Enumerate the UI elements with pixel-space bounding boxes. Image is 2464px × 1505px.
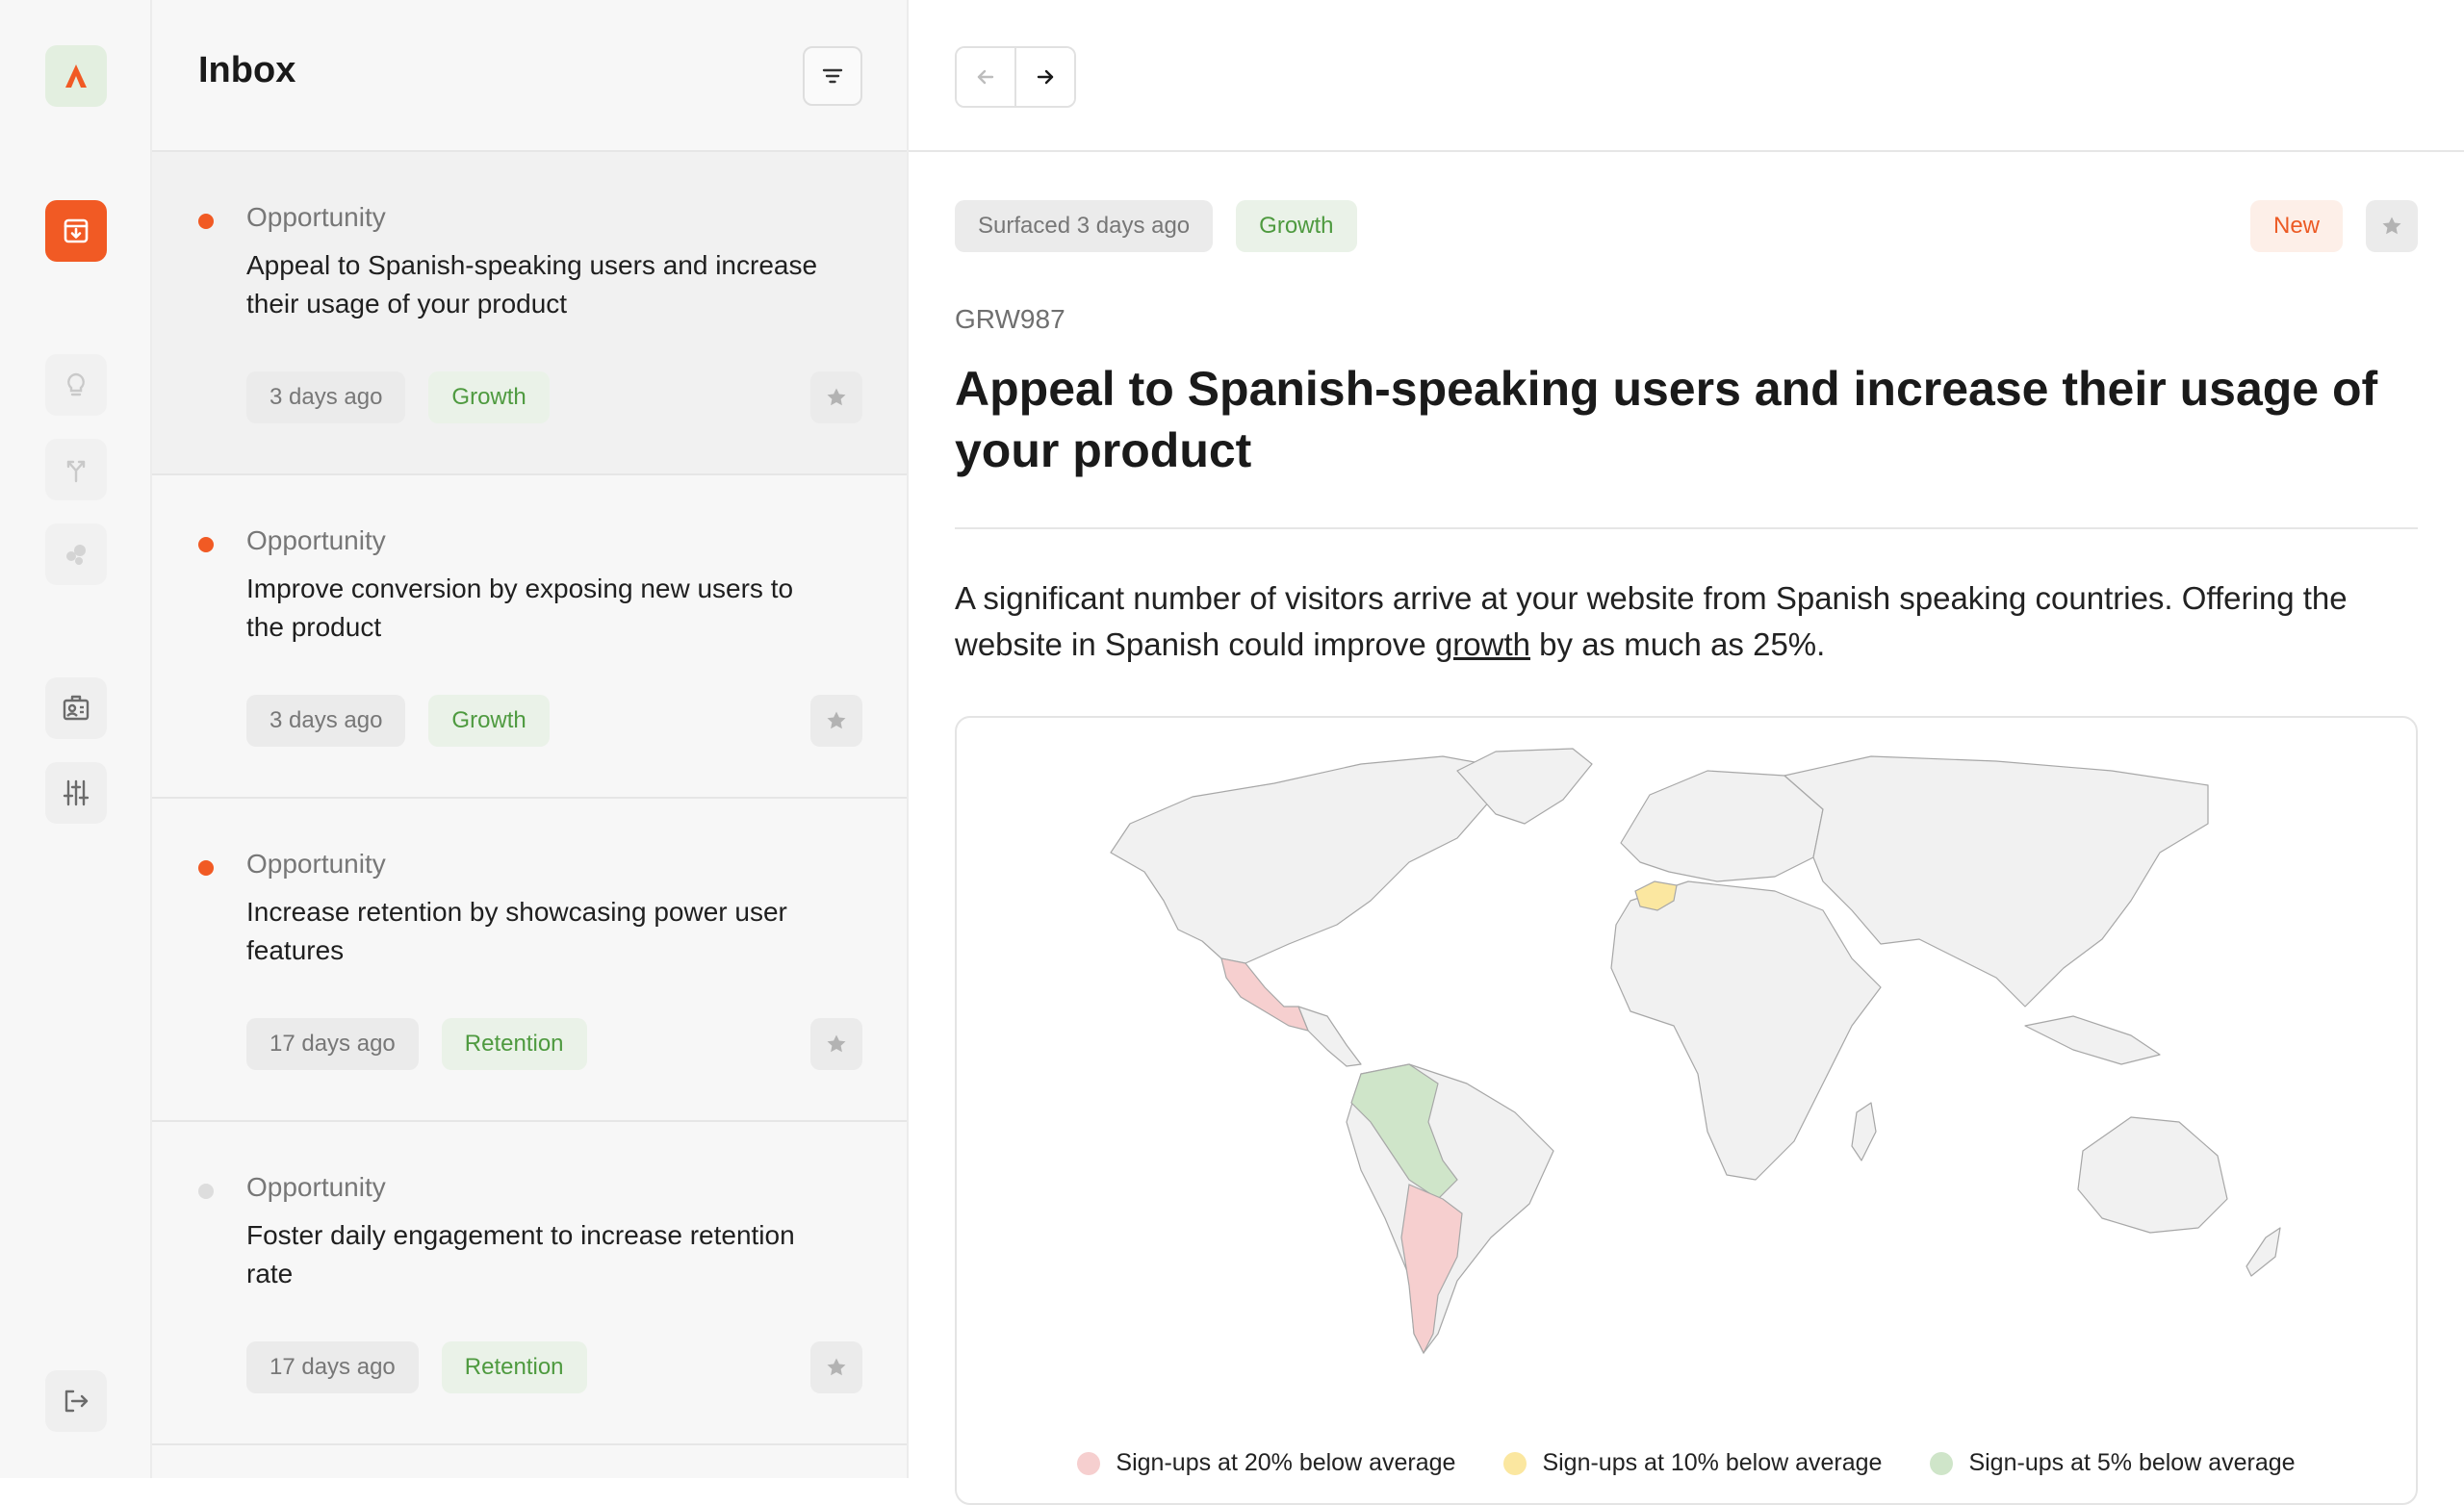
europe-shape [1620, 770, 1824, 882]
opportunity-title: Appeal to Spanish-speaking users and inc… [955, 362, 2378, 477]
mexico-shape [1220, 957, 1309, 1032]
rail-merge-button[interactable] [45, 439, 107, 500]
app-rail [0, 0, 152, 1478]
new-zealand-shape [2246, 1227, 2281, 1277]
star-button[interactable] [2366, 200, 2418, 252]
item-type: Opportunity [246, 525, 386, 555]
status-badge: New [2249, 200, 2343, 252]
detail-panel: Surfaced 3 days ago Growth New GRW987 Ap… [909, 0, 2464, 1505]
opportunity-code: GRW987 [955, 304, 1065, 334]
divider [955, 527, 2418, 529]
category-chip: Growth [1236, 200, 1357, 252]
rail-segments-button[interactable] [45, 523, 107, 585]
filter-button[interactable] [803, 46, 862, 106]
star-icon [827, 388, 846, 406]
map-legend: Sign-ups at 20% below average Sign-ups a… [957, 1449, 2416, 1477]
item-tag-chip: Growth [428, 371, 550, 423]
opportunity-description: A significant number of visitors arrive … [955, 575, 2418, 668]
central-america-shape [1297, 1006, 1362, 1067]
description-text-end: by as much as 25%. [1530, 626, 1826, 662]
map-card: Sign-ups at 20% below average Sign-ups a… [955, 716, 2418, 1505]
unread-dot [198, 214, 214, 229]
item-type: Opportunity [246, 849, 386, 879]
star-button[interactable] [810, 1018, 862, 1070]
legend-item: Sign-ups at 10% below average [1503, 1449, 1882, 1477]
inbox-download-icon [64, 218, 89, 243]
rail-inbox-button[interactable] [45, 200, 107, 262]
next-button[interactable] [1014, 48, 1074, 106]
legend-swatch [1077, 1451, 1101, 1475]
legend-label: Sign-ups at 10% below average [1542, 1449, 1883, 1476]
inbox-item[interactable]: Opportunity Foster daily engagement to i… [152, 1122, 907, 1445]
inbox-title: Inbox [198, 50, 296, 90]
legend-item: Sign-ups at 20% below average [1077, 1449, 1455, 1477]
app-logo[interactable] [45, 45, 107, 107]
item-title: Foster daily engagement to increase rete… [246, 1220, 795, 1288]
item-type: Opportunity [246, 202, 386, 232]
inbox-panel: Inbox Opportunity Appeal to Spanish-spea… [152, 0, 909, 1478]
star-icon [827, 711, 846, 729]
pager [955, 46, 1076, 108]
legend-label: Sign-ups at 20% below average [1116, 1449, 1456, 1476]
star-icon [827, 1358, 846, 1376]
unread-dot [198, 537, 214, 552]
legend-label: Sign-ups at 5% below average [1968, 1449, 2296, 1476]
inbox-item[interactable]: Opportunity Improve conversion by exposi… [152, 475, 907, 799]
rail-profile-button[interactable] [45, 677, 107, 739]
star-icon [827, 1034, 846, 1053]
item-time-chip: 3 days ago [246, 695, 406, 747]
africa-shape [1610, 880, 1882, 1181]
world-map [1110, 748, 2281, 1355]
north-america-shape [1110, 755, 1497, 964]
item-time-chip: 17 days ago [246, 1018, 419, 1070]
inbox-header: Inbox [152, 0, 907, 152]
item-time-chip: 17 days ago [246, 1341, 419, 1393]
item-title: Improve conversion by exposing new users… [246, 574, 794, 642]
item-title: Increase retention by showcasing power u… [246, 897, 787, 965]
arrow-right-icon [1037, 69, 1054, 85]
surfaced-chip: Surfaced 3 days ago [955, 200, 1214, 252]
rail-logout-button[interactable] [45, 1370, 107, 1432]
star-button[interactable] [810, 1341, 862, 1393]
filter-icon [822, 68, 843, 84]
item-tag-chip: Retention [441, 1341, 587, 1393]
star-icon [2382, 217, 2401, 235]
growth-link[interactable]: growth [1435, 626, 1530, 662]
bubbles-icon [66, 545, 86, 565]
merge-arrows-icon [66, 460, 86, 483]
previous-button[interactable] [957, 48, 1014, 106]
legend-swatch [1503, 1451, 1527, 1475]
lightbulb-icon [67, 372, 85, 396]
australia-shape [2077, 1116, 2228, 1234]
islands-shape [2024, 1015, 2161, 1065]
inbox-item[interactable]: Opportunity Increase retention by showca… [152, 799, 907, 1122]
madagascar-shape [1851, 1102, 1877, 1161]
read-dot [198, 1184, 214, 1199]
legend-swatch [1930, 1451, 1954, 1475]
item-type: Opportunity [246, 1172, 386, 1202]
rail-settings-button[interactable] [45, 762, 107, 824]
logo-a-icon [65, 64, 87, 88]
inbox-item[interactable]: Opportunity Appeal to Spanish-speaking u… [152, 152, 907, 475]
sliders-icon [63, 779, 90, 806]
detail-toolbar [909, 0, 2464, 152]
arrow-left-icon [977, 69, 994, 85]
item-title: Appeal to Spanish-speaking users and inc… [246, 250, 818, 319]
star-button[interactable] [810, 695, 862, 747]
legend-item: Sign-ups at 5% below average [1930, 1449, 2296, 1477]
rail-ideas-button[interactable] [45, 354, 107, 416]
star-button[interactable] [810, 371, 862, 423]
logout-icon [64, 1390, 89, 1413]
unread-dot [198, 860, 214, 876]
item-time-chip: 3 days ago [246, 371, 406, 423]
item-tag-chip: Retention [441, 1018, 587, 1070]
item-tag-chip: Growth [428, 695, 550, 747]
id-card-icon [63, 695, 90, 721]
